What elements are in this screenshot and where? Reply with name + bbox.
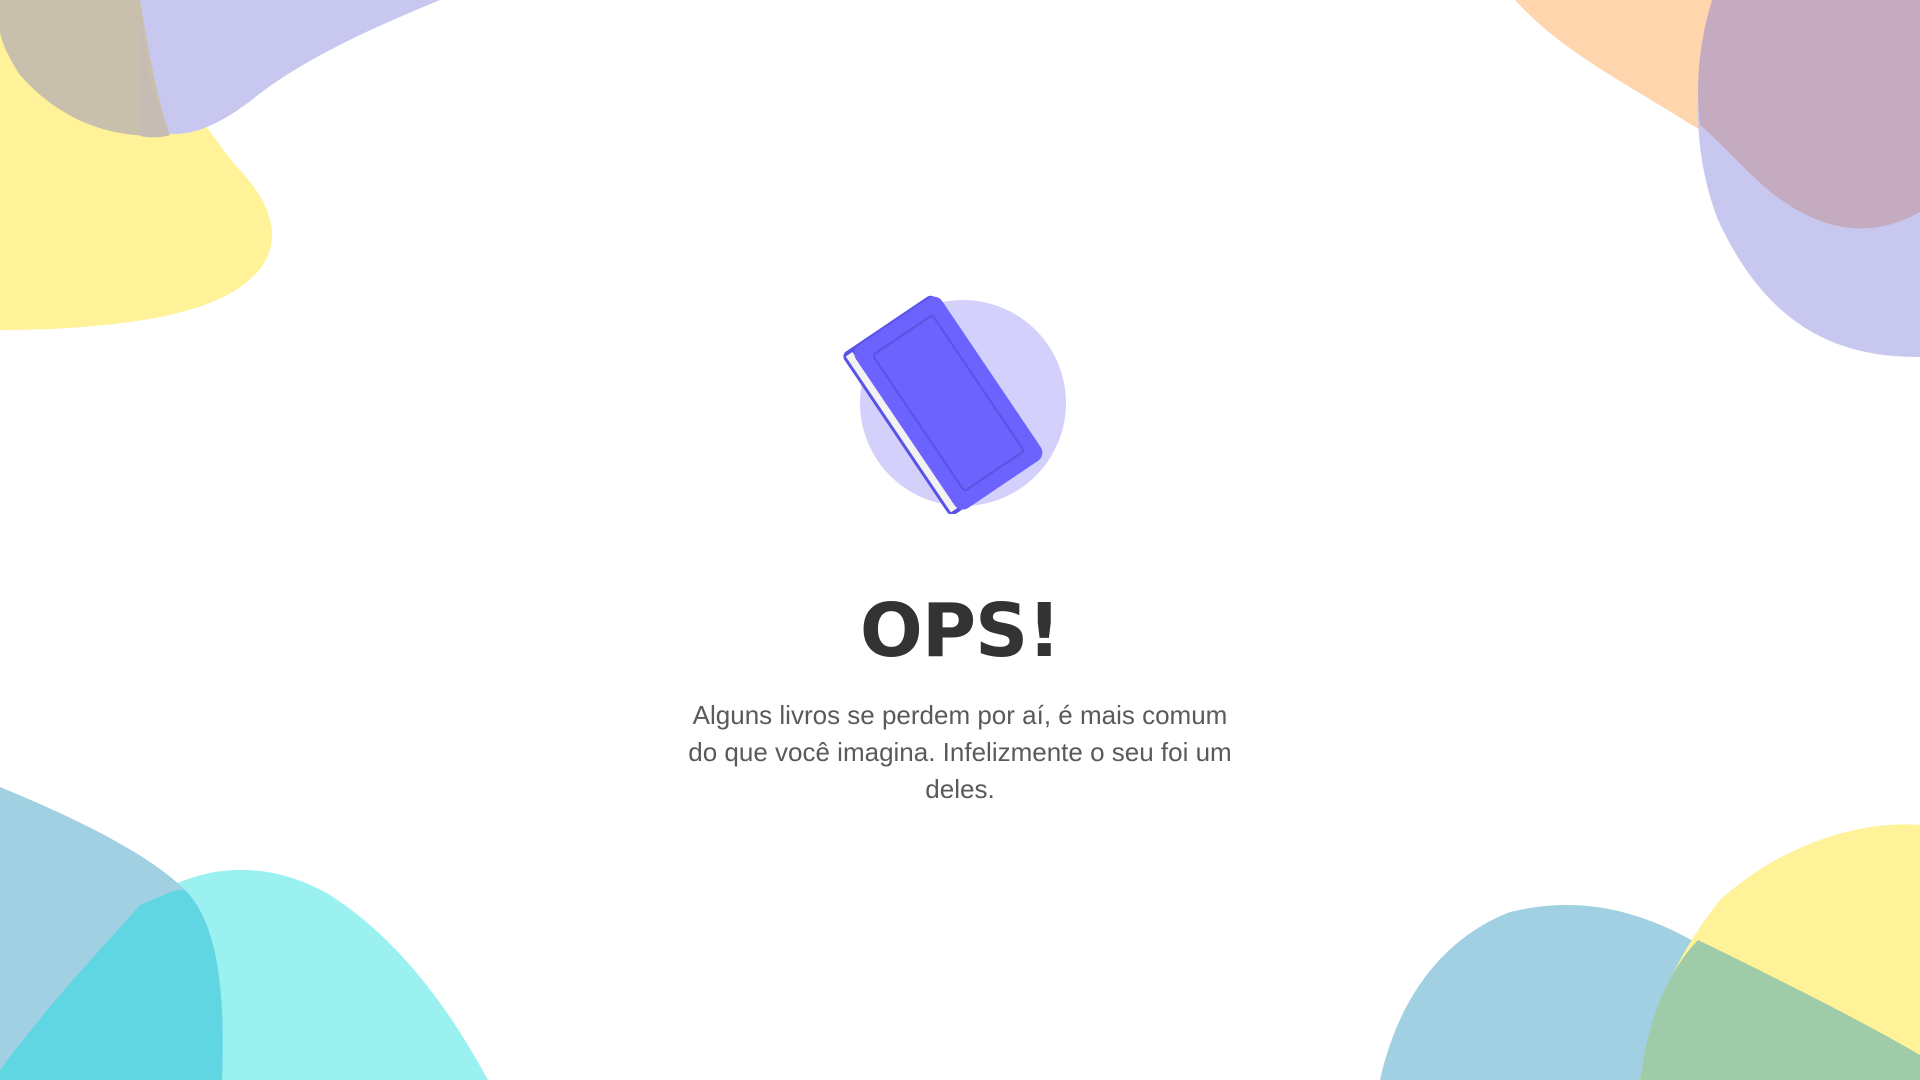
error-message: Alguns livros se perdem por aí, é mais c… — [688, 700, 1232, 804]
book-illustration — [840, 264, 1080, 516]
page-title: OPS! — [859, 588, 1061, 674]
not-found-page: OPS! Alguns livros se perdem por aí, é m… — [0, 0, 1920, 1080]
